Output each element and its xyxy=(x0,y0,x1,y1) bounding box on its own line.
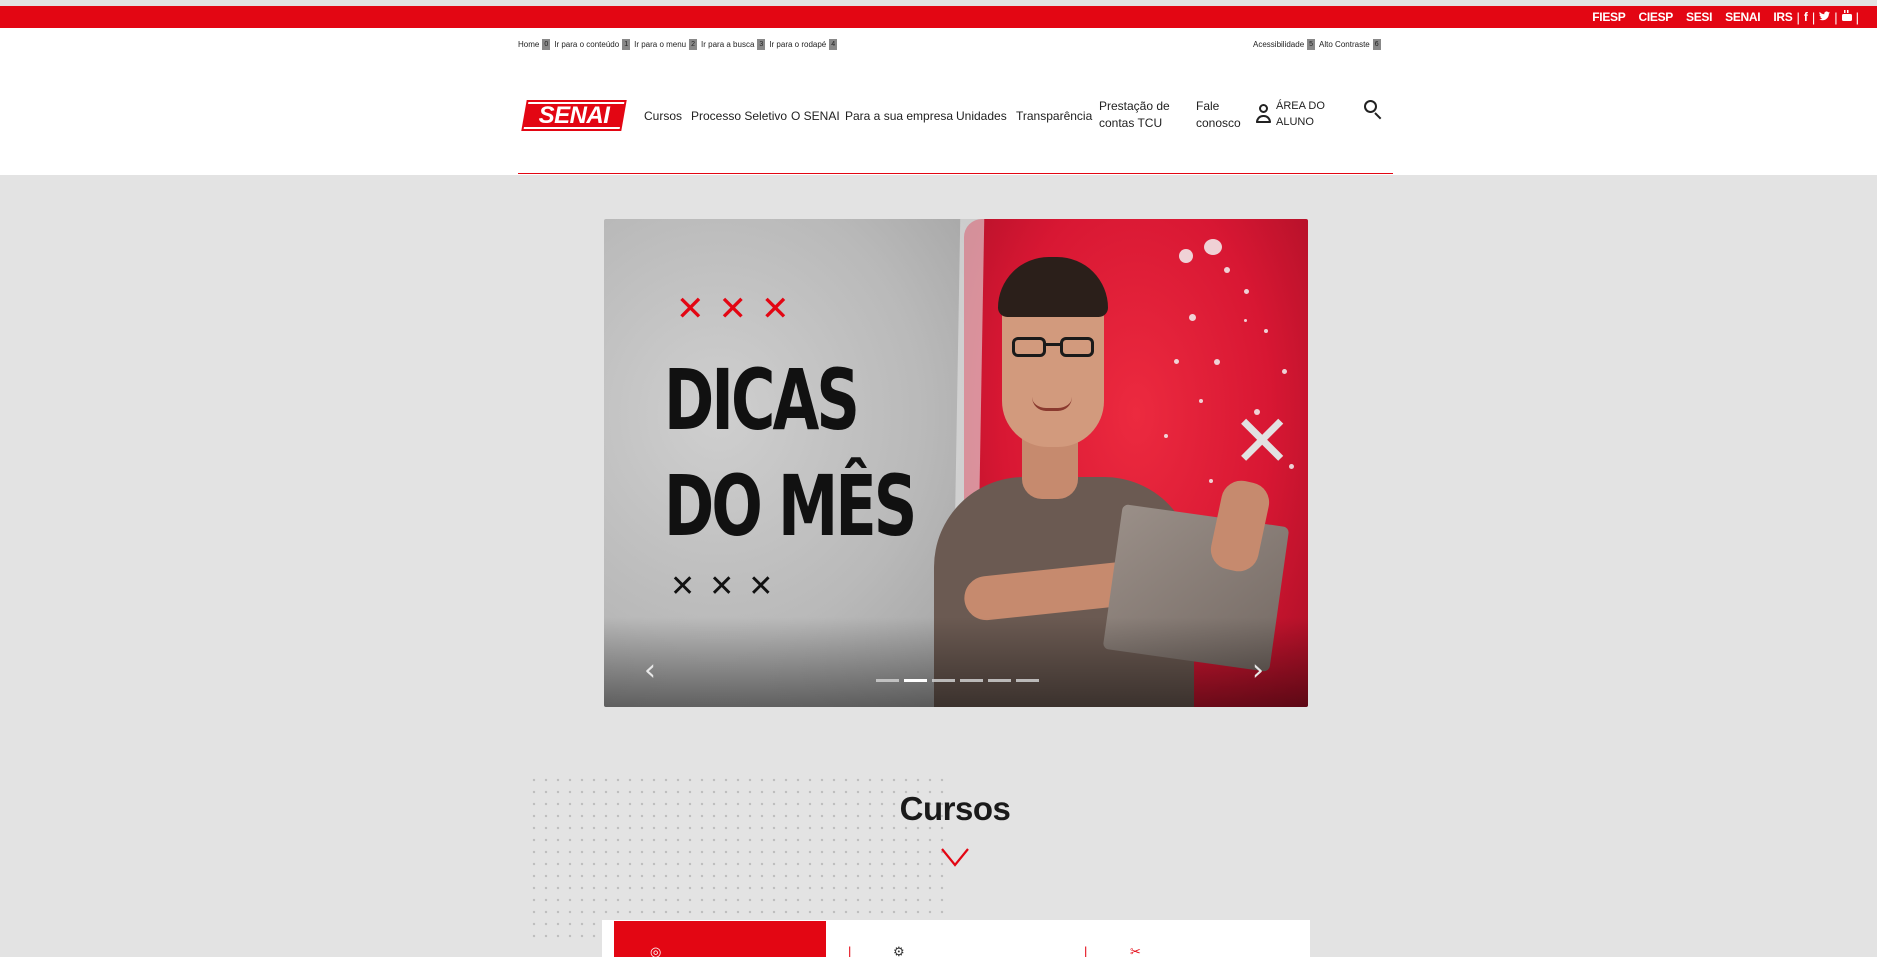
glasses-icon xyxy=(1012,337,1096,359)
skip-key: 4 xyxy=(829,39,838,50)
carousel-indicators xyxy=(876,679,1039,682)
decorative-x-icon: ✕ xyxy=(1232,399,1293,483)
area-do-aluno-link[interactable]: ÁREA DO ALUNO xyxy=(1255,98,1332,130)
course-category-icon[interactable]: ⚙ xyxy=(893,944,905,957)
banner-title: DICAS DO MÊS xyxy=(664,347,917,559)
link-ciesp[interactable]: CIESP xyxy=(1638,10,1673,24)
carousel-indicator[interactable] xyxy=(960,679,983,682)
skip-label: Acessibilidade xyxy=(1253,40,1305,49)
nav-cursos[interactable]: Cursos xyxy=(644,108,682,125)
high-contrast-link[interactable]: Alto Contraste 6 xyxy=(1319,39,1381,50)
nav-o-senai[interactable]: O SENAI xyxy=(791,108,840,125)
skip-label: Ir para o rodapé xyxy=(769,40,827,49)
institutional-links: FIESP CIESP SESI SENAI IRS | f | | | xyxy=(1579,6,1863,28)
link-fiesp[interactable]: FIESP xyxy=(1592,10,1625,24)
person-neck xyxy=(1022,439,1078,499)
skip-key: 0 xyxy=(542,39,551,50)
skip-links: Home 0 Ir para o conteúdo 1 Ir para o menu… xyxy=(518,39,841,50)
nav-prestacao-contas[interactable]: Prestação de contas TCU xyxy=(1099,98,1171,132)
header-divider xyxy=(518,173,1393,174)
user-icon xyxy=(1255,104,1271,124)
nav-processo-seletivo[interactable]: Processo Seletivo xyxy=(691,108,787,125)
skip-footer[interactable]: Ir para o rodapé 4 xyxy=(769,39,838,50)
course-category-icon[interactable]: ✂ xyxy=(1130,944,1141,957)
red-x-marks-icon: ✕✕✕ xyxy=(676,289,804,329)
skip-label: Ir para o conteúdo xyxy=(554,40,620,49)
skip-key: 1 xyxy=(622,39,631,50)
twitter-icon[interactable] xyxy=(1819,10,1831,24)
nav-para-sua-empresa[interactable]: Para a sua empresa xyxy=(845,108,953,125)
skip-key: 2 xyxy=(689,39,698,50)
site-header: Home 0 Ir para o conteúdo 1 Ir para o menu… xyxy=(0,28,1877,175)
accessibility-links: Acessibilidade 5 Alto Contraste 6 xyxy=(1253,39,1385,50)
skip-search[interactable]: Ir para a busca 3 xyxy=(701,39,766,50)
section-title-cursos: Cursos xyxy=(899,790,1011,827)
carousel-prev-arrow-icon[interactable]: ‹ xyxy=(644,656,660,686)
skip-label: Alto Contraste xyxy=(1319,40,1370,49)
chevron-down-icon xyxy=(941,848,969,867)
nav-unidades[interactable]: Unidades xyxy=(956,108,1007,125)
course-card-divider-icon: | xyxy=(1084,944,1088,957)
skip-label: Ir para o menu xyxy=(634,40,687,49)
banner-bottom-shade xyxy=(604,617,1308,707)
divider: | xyxy=(1796,9,1800,25)
carousel-indicator[interactable] xyxy=(988,679,1011,682)
nav-transparencia[interactable]: Transparência xyxy=(1016,108,1092,125)
facebook-icon[interactable]: f xyxy=(1804,10,1808,24)
banner-title-line: DO MÊS xyxy=(664,457,917,555)
area-do-aluno-label: ÁREA DO ALUNO xyxy=(1276,100,1325,128)
senai-logo[interactable]: SENAI xyxy=(521,100,627,131)
divider: | xyxy=(1811,9,1816,25)
logo-text: SENAI xyxy=(538,102,610,129)
divider: | xyxy=(1834,9,1838,25)
black-x-marks-icon: ✕✕✕ xyxy=(670,569,788,604)
carousel-next-arrow-icon[interactable]: › xyxy=(1252,656,1268,686)
link-senai[interactable]: SENAI xyxy=(1725,10,1760,24)
skip-menu[interactable]: Ir para o menu 2 xyxy=(634,39,698,50)
skip-content[interactable]: Ir para o conteúdo 1 xyxy=(554,39,631,50)
skip-key: 5 xyxy=(1307,39,1316,50)
course-category-icon: ◎ xyxy=(650,944,662,957)
search-icon[interactable] xyxy=(1364,100,1382,120)
divider: | xyxy=(1855,9,1859,25)
carousel-indicator-active[interactable] xyxy=(904,679,927,682)
youtube-icon[interactable] xyxy=(1841,10,1852,24)
carousel-indicator[interactable] xyxy=(876,679,899,682)
course-card-active[interactable] xyxy=(614,921,826,957)
skip-key: 6 xyxy=(1372,39,1381,50)
hero-carousel[interactable]: ✕ ✕✕✕ DICAS DO MÊS ✕✕✕ ‹ › xyxy=(604,219,1308,707)
banner-title-line: DICAS xyxy=(664,351,860,449)
skip-key: 3 xyxy=(757,39,766,50)
nav-fale-conosco[interactable]: Fale conosco xyxy=(1196,98,1244,132)
carousel-indicator[interactable] xyxy=(1016,679,1039,682)
link-irs[interactable]: IRS xyxy=(1773,10,1792,24)
link-sesi[interactable]: SESI xyxy=(1686,10,1712,24)
course-card-divider-icon: | xyxy=(848,944,852,957)
skip-label: Ir para a busca xyxy=(701,40,755,49)
skip-label: Home xyxy=(518,40,540,49)
skip-home[interactable]: Home 0 xyxy=(518,39,551,50)
accessibility-link[interactable]: Acessibilidade 5 xyxy=(1253,39,1316,50)
top-institutional-bar: FIESP CIESP SESI SENAI IRS | f | | | xyxy=(0,6,1877,28)
carousel-indicator[interactable] xyxy=(932,679,955,682)
